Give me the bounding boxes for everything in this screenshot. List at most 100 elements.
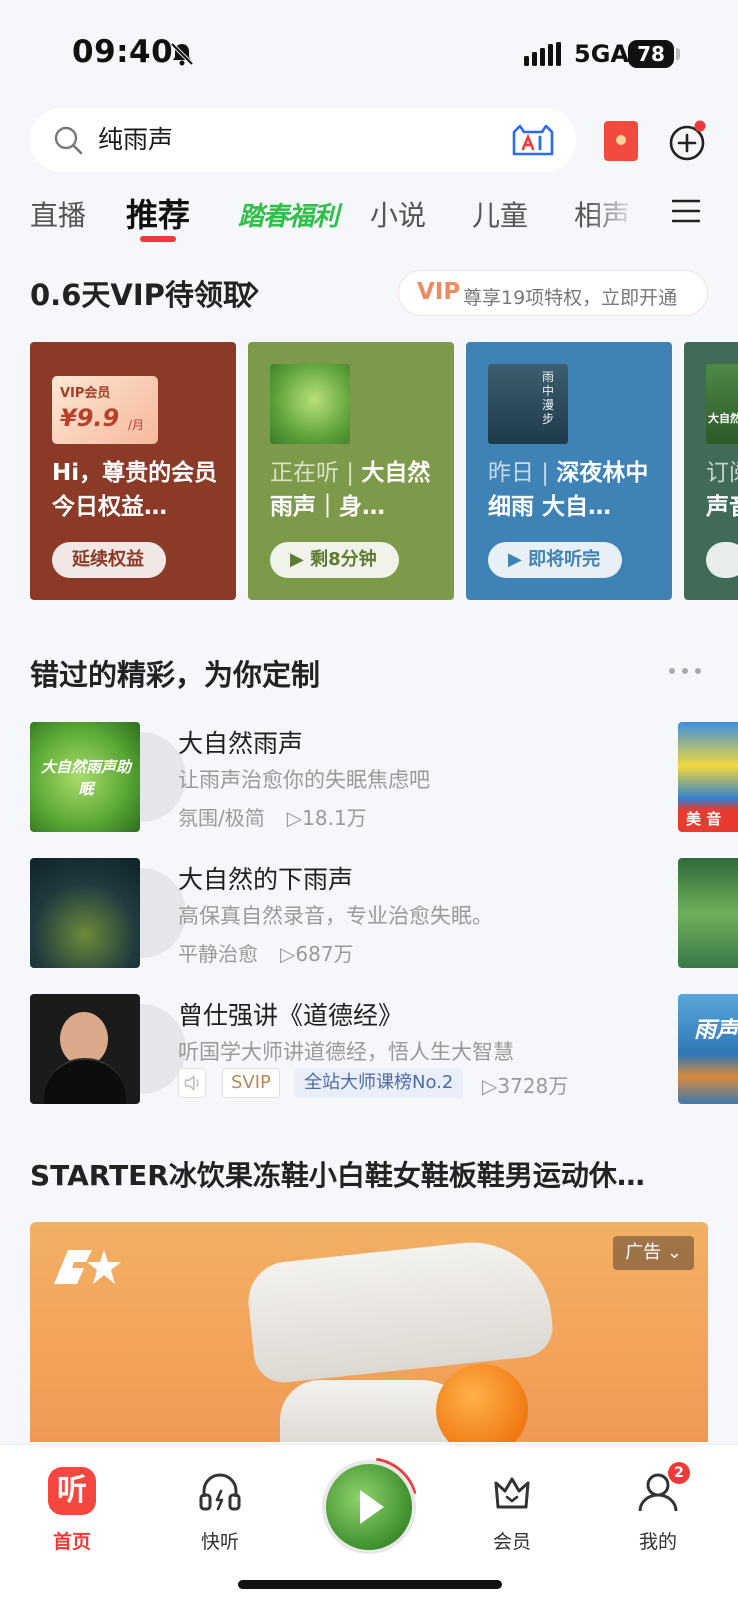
add-icon[interactable] <box>666 120 708 162</box>
item-cover: 大自然雨声助眠 <box>30 722 140 832</box>
shoe-image <box>244 1234 556 1386</box>
vip-price-badge: VIP会员 ¥9.9 /月 <box>52 376 158 444</box>
item-cover <box>30 858 140 968</box>
nav-home[interactable]: 听 首页 <box>12 1445 132 1555</box>
section-title: 错过的精彩，为你定制 <box>30 658 321 692</box>
vip-upgrade-pill[interactable]: VIP 尊享19项特权，立即开通 <box>398 270 708 316</box>
crown-icon <box>494 1477 530 1509</box>
item-desc: 高保真自然录音，专业治愈失眠。 <box>178 904 493 928</box>
notification-badge: 2 <box>668 1462 690 1484</box>
search-input[interactable] <box>98 108 478 172</box>
active-tab-indicator <box>140 236 176 242</box>
more-icon[interactable] <box>668 666 702 676</box>
item-tags: 氛围/极简 <box>178 806 265 830</box>
battery-tip <box>676 48 680 60</box>
card-prefix: 订阅 <box>706 460 738 486</box>
vip-badge-price: ¥9.9 <box>60 404 120 432</box>
cover-text: 雨中漫步 <box>542 370 555 426</box>
nav-label: 会员 <box>492 1531 531 1553</box>
ad-title[interactable]: STARTER冰饮果冻鞋小白鞋女鞋板鞋男运动休… <box>30 1154 710 1194</box>
nav-label: 我的 <box>638 1531 677 1553</box>
chevron-right-icon <box>247 281 259 301</box>
side-thumbnail[interactable]: 雨声 <box>678 994 738 1104</box>
cover-text: 大自然雨声助眠 <box>40 758 131 798</box>
resume-button[interactable]: ▶ 剩8分钟 <box>270 542 399 578</box>
status-time: 09:40 <box>72 34 174 70</box>
side-thumb-text: 美 音 <box>686 810 722 828</box>
headphones-icon <box>199 1473 241 1511</box>
tab-children[interactable]: 儿童 <box>472 194 528 234</box>
card-title-text: 声音… <box>706 494 738 520</box>
ad-banner[interactable]: 广告 ⌄ <box>30 1222 708 1442</box>
svip-badge: SVIP <box>222 1068 280 1098</box>
list-item[interactable]: 大自然的下雨声 高保真自然录音，专业治愈失眠。 平静治愈 ▷687万 <box>30 858 670 968</box>
card-title: 昨日 | 深夜林中细雨 大自… <box>488 460 649 520</box>
vip-pill-text: 尊享19项特权，立即开通 <box>463 287 678 309</box>
card-prefix: 正在听 <box>270 460 339 486</box>
mini-player[interactable] <box>322 1460 416 1554</box>
status-bar: 09:40 5GA 78 <box>0 0 738 100</box>
card-vip-benefits[interactable]: VIP会员 ¥9.9 /月 Hi，尊贵的会员今日权益… 延续权益 <box>30 342 236 600</box>
card-now-playing[interactable]: 正在听 | 大自然雨声｜身… ▶ 剩8分钟 <box>248 342 454 600</box>
card-title: 订阅声音… <box>706 456 738 524</box>
vip-badge-label: VIP会员 <box>60 386 111 401</box>
play-icon <box>360 1490 384 1524</box>
card-action-button[interactable] <box>706 542 738 578</box>
vip-badge-unit: /月 <box>128 418 145 432</box>
item-title: 大自然的下雨声 <box>178 865 354 894</box>
card-cover-image <box>270 364 350 444</box>
tab-live[interactable]: 直播 <box>30 194 86 234</box>
tab-recommend[interactable]: 推荐 <box>126 190 190 236</box>
vip-claim-title[interactable]: 0.6天VIP待领取 <box>30 272 252 314</box>
orange-image <box>436 1364 528 1442</box>
cover-text: 大自然 <box>708 412 738 425</box>
card-prefix: 昨日 <box>488 460 534 486</box>
card-title: 正在听 | 大自然雨声｜身… <box>270 460 431 520</box>
signal-icon <box>524 42 561 66</box>
list-item[interactable]: 大自然雨声助眠 大自然雨声 让雨声治愈你的失眠焦虑吧 氛围/极简 ▷18.1万 <box>30 722 670 832</box>
card-cover-image: 雨中漫步 <box>488 364 568 444</box>
finish-button[interactable]: ▶ 即将听完 <box>488 542 623 578</box>
tab-spring-welfare[interactable]: 踏春福利 <box>238 196 339 233</box>
item-meta: 平静治愈 ▷687万 <box>178 938 354 967</box>
side-thumb-text: 雨声 <box>694 1018 738 1043</box>
search-icon <box>54 126 83 155</box>
nav-profile[interactable]: 我的 <box>598 1445 718 1555</box>
home-icon: 听 <box>48 1467 96 1515</box>
tab-novel[interactable]: 小说 <box>370 194 426 234</box>
side-thumbnail[interactable] <box>678 858 738 968</box>
starter-logo <box>54 1250 121 1284</box>
card-title: Hi，尊贵的会员今日权益… <box>52 460 218 520</box>
card-subscribed[interactable]: 大自然 订阅声音… <box>684 342 738 600</box>
card-yesterday[interactable]: 雨中漫步 昨日 | 深夜林中细雨 大自… ▶ 即将听完 <box>466 342 672 600</box>
battery-level: 78 <box>628 40 674 68</box>
home-indicator[interactable] <box>238 1580 502 1589</box>
item-meta: 氛围/极简 ▷18.1万 <box>178 802 367 831</box>
item-title: 大自然雨声 <box>178 729 304 758</box>
bell-muted-icon <box>170 42 194 66</box>
list-item[interactable]: 曾仕强讲《道德经》 听国学大师讲道德经，悟人生大智慧 SVIP 全站大师课榜No… <box>30 994 670 1104</box>
play-count: ▷687万 <box>280 942 354 966</box>
item-desc: 听国学大师讲道德经，悟人生大智慧 <box>178 1040 514 1064</box>
item-cover <box>30 994 140 1104</box>
extend-benefits-button[interactable]: 延续权益 <box>52 542 166 578</box>
nav-label: 快听 <box>200 1531 239 1553</box>
play-count: ▷3728万 <box>482 1074 569 1098</box>
ai-assistant-icon[interactable] <box>510 124 556 156</box>
search-bar[interactable] <box>30 108 576 172</box>
ad-tag[interactable]: 广告 ⌄ <box>613 1236 694 1270</box>
speaker-icon <box>178 1068 206 1098</box>
nav-label: 首页 <box>52 1531 91 1553</box>
tabs-fade <box>588 182 638 244</box>
item-title: 曾仕强讲《道德经》 <box>178 1001 404 1030</box>
red-packet-icon[interactable] <box>604 121 638 161</box>
menu-icon[interactable] <box>672 198 700 224</box>
network-type: 5GA <box>574 40 629 68</box>
nav-quick-listen[interactable]: 快听 <box>160 1445 280 1555</box>
nav-vip[interactable]: 会员 <box>452 1445 572 1555</box>
item-tags: 平静治愈 <box>178 942 258 966</box>
side-thumbnail[interactable]: 美 音 <box>678 722 738 832</box>
category-tabs: 直播 推荐 踏春福利 小说 儿童 相声 <box>0 182 640 244</box>
play-count: ▷18.1万 <box>286 806 367 830</box>
item-desc: 让雨声治愈你的失眠焦虑吧 <box>178 768 430 792</box>
